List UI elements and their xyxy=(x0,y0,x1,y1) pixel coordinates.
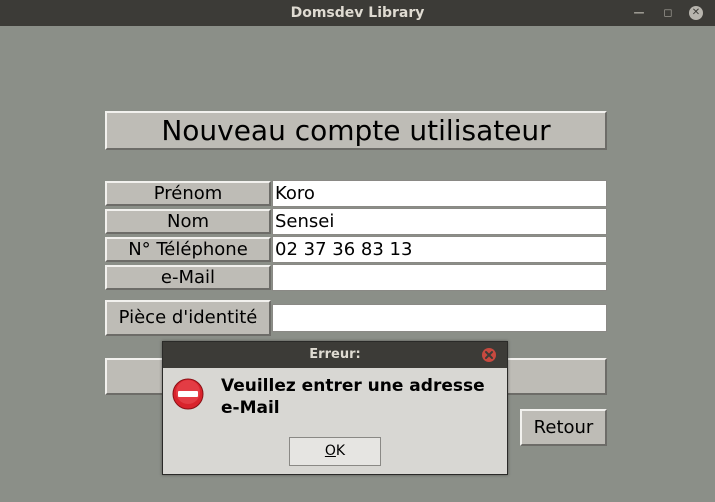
window-titlebar: Domsdev Library — ◻ ✕ xyxy=(0,0,715,26)
telephone-label: N° Téléphone xyxy=(105,237,271,262)
close-icon: ✕ xyxy=(689,6,703,20)
ok-mnemonic: O xyxy=(324,443,336,459)
maximize-icon[interactable]: ◻ xyxy=(660,0,676,26)
id-document-button[interactable]: Pièce d'identité xyxy=(105,300,271,336)
window-close-button[interactable]: ✕ xyxy=(688,0,704,26)
dialog-title: Erreur: xyxy=(163,342,507,368)
minimize-icon[interactable]: — xyxy=(631,0,647,26)
telephone-field[interactable]: 02 37 36 83 13 xyxy=(272,236,607,263)
ok-button[interactable]: OK xyxy=(289,437,381,466)
email-field[interactable] xyxy=(272,264,607,291)
id-document-field[interactable] xyxy=(272,304,607,332)
ok-label: K xyxy=(335,443,346,459)
error-message: Veuillez entrer une adresse e-Mail xyxy=(221,376,485,418)
prenom-field[interactable]: Koro xyxy=(272,180,607,207)
window-title: Domsdev Library xyxy=(290,5,425,21)
dialog-close-icon[interactable] xyxy=(481,347,497,363)
error-dialog: Erreur: Veuillez entrer une adresse e-Ma… xyxy=(162,341,508,475)
nom-label: Nom xyxy=(105,209,271,234)
page-title: Nouveau compte utilisateur xyxy=(105,111,607,150)
back-button[interactable]: Retour xyxy=(520,409,607,446)
error-icon xyxy=(172,378,204,410)
email-label: e-Mail xyxy=(105,265,271,290)
prenom-label: Prénom xyxy=(105,181,271,206)
nom-field[interactable]: Sensei xyxy=(272,208,607,235)
